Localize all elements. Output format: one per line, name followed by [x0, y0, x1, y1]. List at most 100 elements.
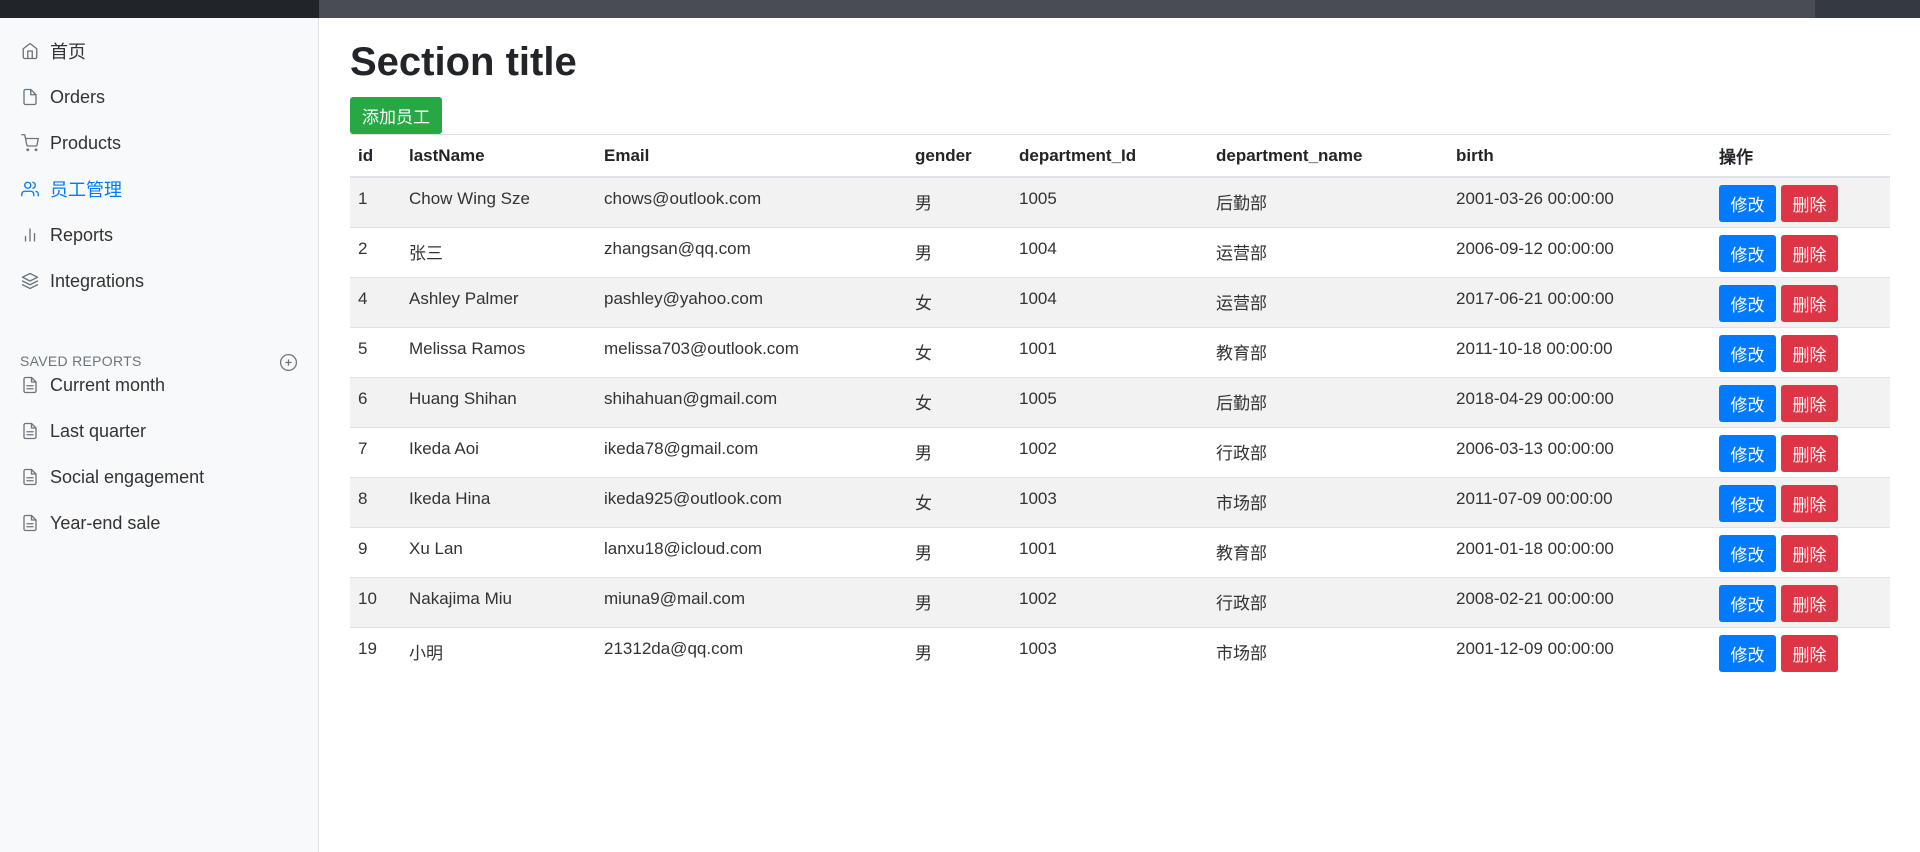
file-text-icon	[20, 513, 40, 533]
table-row: 9 Xu Lan lanxu18@icloud.com 男 1001 教育部 2001-01…	[350, 526, 1890, 577]
sidebar-item-home[interactable]: 首页	[20, 38, 86, 64]
add-report-button[interactable]	[279, 353, 299, 373]
cell-department-id: 1004	[1011, 276, 1208, 327]
column-header-email: Email	[596, 134, 907, 178]
cell-birth: 2011-07-09 00:00:00	[1448, 476, 1711, 527]
delete-button[interactable]: 删除	[1781, 434, 1838, 472]
sidebar-item-label: Orders	[50, 86, 106, 107]
sidebar-item-products[interactable]: Products	[20, 130, 121, 156]
table-row: 8 Ikeda Hina ikeda925@outlook.com 女 1003 市场部 2…	[350, 476, 1890, 527]
column-header-department-name: department_name	[1208, 134, 1448, 178]
edit-button[interactable]: 修改	[1719, 284, 1776, 322]
delete-button[interactable]: 删除	[1781, 384, 1838, 422]
sidebar-item-label: Products	[50, 132, 122, 153]
cell-email: shihahuan@gmail.com	[596, 376, 907, 427]
cell-id: 5	[350, 326, 401, 377]
add-employee-button[interactable]: 添加员工	[350, 97, 442, 134]
column-header-id: id	[350, 134, 401, 178]
cell-actions: 修改 删除	[1711, 576, 1890, 627]
cell-lastname: Ikeda Hina	[401, 476, 596, 527]
table-row: 7 Ikeda Aoi ikeda78@gmail.com 男 1002 行政部 2006-…	[350, 426, 1890, 477]
cell-department-name: 市场部	[1208, 476, 1448, 527]
sidebar-item-orders[interactable]: Orders	[20, 84, 105, 110]
cell-email: ikeda78@gmail.com	[596, 426, 907, 477]
cell-id: 1	[350, 176, 401, 227]
sidebar-item-label: Integrations	[50, 270, 145, 291]
table-row: 5 Melissa Ramos melissa703@outlook.com 女 100…	[350, 326, 1890, 377]
cell-id: 4	[350, 276, 401, 327]
delete-button[interactable]: 删除	[1781, 634, 1838, 672]
table-row: 2 张三 zhangsan@qq.com 男 1004 运营部 2006-09-12 00:…	[350, 226, 1890, 277]
cell-department-name: 教育部	[1208, 326, 1448, 377]
cell-lastname: Ikeda Aoi	[401, 426, 596, 477]
table-row: 6 Huang Shihan shihahuan@gmail.com 女 1005 后勤部…	[350, 376, 1890, 427]
cell-department-name: 运营部	[1208, 276, 1448, 327]
file-text-icon	[20, 467, 40, 487]
cell-email: miuna9@mail.com	[596, 576, 907, 627]
delete-button[interactable]: 删除	[1781, 334, 1838, 372]
sidebar: 首页 Orders Products 员工管理 Reports Integrat…	[0, 18, 319, 852]
saved-report-label: Social engagement	[50, 466, 205, 487]
file-text-icon	[20, 421, 40, 441]
saved-report-label: Year-end sale	[50, 512, 161, 533]
cell-actions: 修改 删除	[1711, 426, 1890, 477]
cell-lastname: Nakajima Miu	[401, 576, 596, 627]
employee-table: id lastName Email gender department_Id d…	[350, 134, 1890, 677]
cell-lastname: Huang Shihan	[401, 376, 596, 427]
file-text-icon	[20, 375, 40, 395]
navbar-signout-area[interactable]	[1815, 0, 1920, 18]
sidebar-item-reports[interactable]: Reports	[20, 222, 113, 248]
edit-button[interactable]: 修改	[1719, 434, 1776, 472]
edit-button[interactable]: 修改	[1719, 185, 1776, 222]
edit-button[interactable]: 修改	[1719, 584, 1776, 622]
cell-department-name: 教育部	[1208, 526, 1448, 577]
edit-button[interactable]: 修改	[1719, 484, 1776, 522]
saved-report-social-engagement[interactable]: Social engagement	[20, 464, 204, 490]
navbar-search-area[interactable]	[319, 0, 1815, 18]
delete-button[interactable]: 删除	[1781, 584, 1838, 622]
home-icon	[20, 41, 40, 61]
cell-gender: 女	[907, 476, 1011, 527]
cell-lastname: Melissa Ramos	[401, 326, 596, 377]
cell-department-id: 1003	[1011, 626, 1208, 677]
cell-lastname: 小明	[401, 626, 596, 677]
sidebar-item-employees[interactable]: 员工管理	[20, 176, 122, 202]
edit-button[interactable]: 修改	[1719, 384, 1776, 422]
saved-report-last-quarter[interactable]: Last quarter	[20, 418, 146, 444]
cell-id: 6	[350, 376, 401, 427]
delete-button[interactable]: 删除	[1781, 185, 1838, 222]
sidebar-item-integrations[interactable]: Integrations	[20, 268, 144, 294]
cell-department-id: 1005	[1011, 376, 1208, 427]
delete-button[interactable]: 删除	[1781, 534, 1838, 572]
cell-id: 19	[350, 626, 401, 677]
edit-button[interactable]: 修改	[1719, 634, 1776, 672]
cell-department-name: 市场部	[1208, 626, 1448, 677]
layers-icon	[20, 271, 40, 291]
edit-button[interactable]: 修改	[1719, 534, 1776, 572]
column-header-lastname: lastName	[401, 134, 596, 178]
cell-actions: 修改 删除	[1711, 626, 1890, 677]
saved-reports-heading: SAVED REPORTS	[20, 353, 142, 369]
table-row: 19 小明 21312da@qq.com 男 1003 市场部 2001-12-09 00:…	[350, 626, 1890, 677]
cell-id: 10	[350, 576, 401, 627]
edit-button[interactable]: 修改	[1719, 234, 1776, 272]
cell-gender: 男	[907, 626, 1011, 677]
cell-department-name: 后勤部	[1208, 376, 1448, 427]
cell-department-name: 行政部	[1208, 576, 1448, 627]
edit-button[interactable]: 修改	[1719, 334, 1776, 372]
cell-lastname: Chow Wing Sze	[401, 176, 596, 227]
saved-report-current-month[interactable]: Current month	[20, 372, 165, 398]
table-header-row: id lastName Email gender department_Id d…	[350, 134, 1890, 178]
cell-department-name: 后勤部	[1208, 176, 1448, 227]
delete-button[interactable]: 删除	[1781, 484, 1838, 522]
page-title: Section title	[350, 40, 577, 84]
saved-report-label: Current month	[50, 374, 166, 395]
cell-email: chows@outlook.com	[596, 176, 907, 227]
cell-department-id: 1004	[1011, 226, 1208, 277]
cell-id: 2	[350, 226, 401, 277]
saved-report-year-end-sale[interactable]: Year-end sale	[20, 510, 160, 536]
cell-actions: 修改 删除	[1711, 526, 1890, 577]
delete-button[interactable]: 删除	[1781, 284, 1838, 322]
cell-birth: 2006-09-12 00:00:00	[1448, 226, 1711, 277]
delete-button[interactable]: 删除	[1781, 234, 1838, 272]
